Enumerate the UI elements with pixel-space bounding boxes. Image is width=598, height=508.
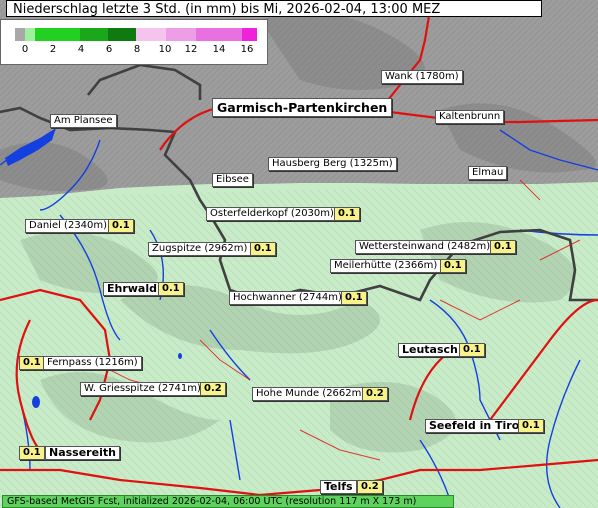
place-label-hohe-munde[interactable]: Hohe Munde (2662m) <box>252 387 370 401</box>
legend-swatch <box>166 28 196 41</box>
map-title: Niederschlag letzte 3 Std. (in mm) bis M… <box>6 0 542 17</box>
place-label-nassereith[interactable]: Nassereith <box>45 446 120 460</box>
precip-value-griesspitze: 0.2 <box>200 382 226 396</box>
precipitation-legend: 0 2 4 6 8 10 12 14 16 <box>0 19 268 65</box>
place-label-ehrwald[interactable]: Ehrwald <box>103 282 161 296</box>
legend-tick: 6 <box>105 44 113 55</box>
place-label-griesspitze[interactable]: W. Griesspitze (2741m) <box>80 382 205 396</box>
legend-swatch <box>25 28 35 41</box>
forecast-info-footer: GFS-based MetGIS Fcst, initialized 2026-… <box>2 495 454 508</box>
place-label-hausberg[interactable]: Hausberg Berg (1325m) <box>268 157 397 171</box>
place-label-wettersteinwand[interactable]: Wettersteinwand (2482m) <box>355 240 495 254</box>
place-label-osterfelderkopf[interactable]: Osterfelderkopf (2030m) <box>206 207 338 221</box>
legend-swatch <box>108 28 136 41</box>
place-label-zugspitze[interactable]: Zugspitze (2962m) <box>148 242 252 256</box>
legend-swatch <box>136 28 166 41</box>
place-label-leutasch[interactable]: Leutasch <box>398 343 462 357</box>
legend-swatch <box>80 28 108 41</box>
precip-value-meilerhuette: 0.1 <box>440 259 466 273</box>
legend-swatch <box>35 28 80 41</box>
legend-swatch <box>196 28 242 41</box>
legend-swatch <box>242 28 257 41</box>
precip-value-seefeld: 0.1 <box>518 419 544 433</box>
place-label-garmisch-partenkirchen[interactable]: Garmisch-Partenkirchen <box>212 98 393 117</box>
legend-swatch <box>15 28 25 41</box>
precip-value-nassereith: 0.1 <box>19 446 45 460</box>
precip-value-wettersteinwand: 0.1 <box>490 240 516 254</box>
legend-tick: 4 <box>77 44 85 55</box>
legend-tick: 2 <box>49 44 57 55</box>
legend-color-bar <box>15 28 257 41</box>
place-label-telfs[interactable]: Telfs <box>320 480 357 494</box>
legend-tick: 8 <box>133 44 141 55</box>
place-label-daniel[interactable]: Daniel (2340m) <box>25 219 112 233</box>
place-label-wank[interactable]: Wank (1780m) <box>381 70 463 84</box>
precip-value-hochwanner: 0.1 <box>341 291 367 305</box>
place-label-eibsee[interactable]: Eibsee <box>212 173 253 187</box>
legend-tick: 16 <box>240 44 254 55</box>
precip-value-daniel: 0.1 <box>108 219 134 233</box>
legend-tick: 10 <box>158 44 172 55</box>
precip-value-leutasch: 0.1 <box>459 343 485 357</box>
precipitation-map[interactable]: Niederschlag letzte 3 Std. (in mm) bis M… <box>0 0 598 508</box>
legend-tick: 14 <box>212 44 226 55</box>
precip-value-fernpass: 0.1 <box>19 356 45 370</box>
precip-value-hohe-munde: 0.2 <box>362 387 388 401</box>
precip-value-ehrwald: 0.1 <box>158 282 184 296</box>
place-label-elmau[interactable]: Elmau <box>468 166 508 180</box>
place-label-fernpass[interactable]: Fernpass (1216m) <box>43 356 142 370</box>
legend-tick: 12 <box>184 44 198 55</box>
place-label-seefeld[interactable]: Seefeld in Tirol <box>425 419 528 433</box>
precip-value-zugspitze: 0.1 <box>250 242 276 256</box>
precip-value-telfs: 0.2 <box>357 480 383 494</box>
legend-tick: 0 <box>21 44 29 55</box>
precip-value-osterfelderkopf: 0.1 <box>334 207 360 221</box>
place-label-hochwanner[interactable]: Hochwanner (2744m) <box>229 291 346 305</box>
place-label-am-plansee[interactable]: Am Plansee <box>50 114 117 128</box>
place-label-kaltenbrunn[interactable]: Kaltenbrunn <box>435 110 505 124</box>
place-label-meilerhuette[interactable]: Meilerhütte (2366m) <box>330 259 442 273</box>
